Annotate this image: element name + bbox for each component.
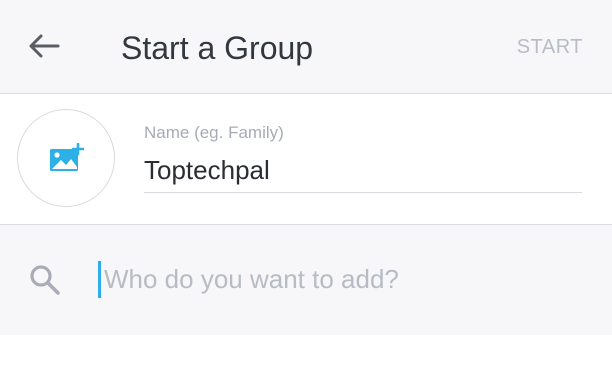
group-avatar-picker[interactable] — [17, 109, 115, 207]
text-cursor — [98, 261, 101, 298]
add-photo-icon — [50, 143, 84, 171]
group-name-section: Name (eg. Family) — [0, 94, 612, 225]
back-button[interactable] — [22, 28, 66, 64]
start-button[interactable]: START — [517, 33, 583, 61]
page-title: Start a Group — [121, 30, 314, 66]
add-member-search-input[interactable] — [104, 259, 584, 299]
search-icon — [30, 265, 60, 295]
add-member-search-bar — [0, 225, 612, 335]
group-name-input[interactable] — [144, 149, 582, 193]
app-header: Start a Group START — [0, 0, 612, 94]
arrow-left-icon — [29, 34, 60, 58]
group-name-label: Name (eg. Family) — [144, 123, 284, 142]
